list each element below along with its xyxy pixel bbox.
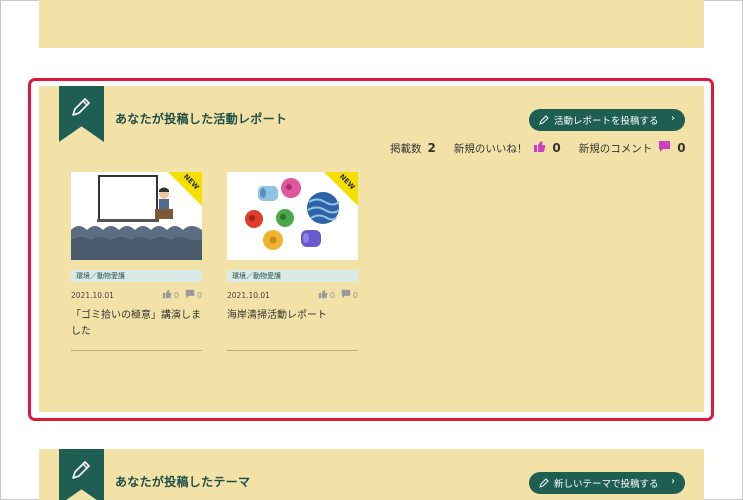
post-theme-button-label: 新しいテーマで投稿する [554,479,659,490]
theme-section: あなたが投稿したテーマ 新しいテーマで投稿する › [39,449,704,500]
report-thumbnail-lecture: NEW [71,172,202,260]
comment-icon [341,289,351,301]
post-report-button-label: 活動レポートを投稿する [554,116,659,127]
new-comments-value: 0 [677,141,686,155]
new-likes-value: 0 [552,141,561,155]
report-card[interactable]: NEW 環境／動物愛護 2021.10.01 0 0 海岸清掃活動レポート [227,172,358,352]
thumbs-up-icon [318,289,328,301]
pencil-icon [539,478,549,488]
card-divider [227,350,358,351]
pencil-icon [72,461,90,479]
card-meta: 0 0 [318,289,358,301]
comment-icon [658,140,671,156]
pencil-icon [72,98,90,116]
new-likes-label: 新規のいいね！ [453,142,528,155]
posts-count-value: 2 [427,141,436,155]
card-title[interactable]: 海岸清掃活動レポート [227,308,358,324]
post-date: 2021.10.01 [227,291,270,300]
section-ribbon [59,449,104,500]
report-card[interactable]: NEW 環境／動物愛護 2021.10.01 0 0 「ゴミ拾いの極意」講演しま… [71,172,202,352]
card-divider [71,350,202,351]
category-tag[interactable]: 環境／動物愛護 [227,270,358,282]
comment-count: 0 [196,290,202,300]
new-comments-label: 新規のコメント [578,142,653,155]
section-ribbon [59,86,104,142]
like-count: 0 [329,290,335,300]
category-tag[interactable]: 環境／動物愛護 [71,270,202,282]
section-title: あなたが投稿したテーマ [115,475,251,489]
thumbs-up-icon [533,140,546,156]
previous-section-panel [39,0,704,48]
posts-count-label: 掲載数 [390,142,422,155]
comment-icon [185,289,195,301]
chevron-right-icon: › [671,476,675,487]
post-theme-button[interactable]: 新しいテーマで投稿する › [529,472,685,494]
activity-report-section: あなたが投稿した活動レポート 活動レポートを投稿する › 掲載数 2 新規のいい… [39,86,704,412]
chevron-right-icon: › [671,113,675,124]
section-title: あなたが投稿した活動レポート [115,112,288,126]
like-count: 0 [173,290,179,300]
thumbs-up-icon [162,289,172,301]
post-report-button[interactable]: 活動レポートを投稿する › [529,109,685,131]
card-title[interactable]: 「ゴミ拾いの極意」講演しました [71,308,202,340]
stats-bar: 掲載数 2 新規のいいね！ 0 新規のコメント 0 [390,140,686,156]
card-meta: 0 0 [162,289,202,301]
post-date: 2021.10.01 [71,291,114,300]
comment-count: 0 [352,290,358,300]
report-thumbnail-beads: NEW [227,172,358,260]
pencil-icon [539,115,549,125]
